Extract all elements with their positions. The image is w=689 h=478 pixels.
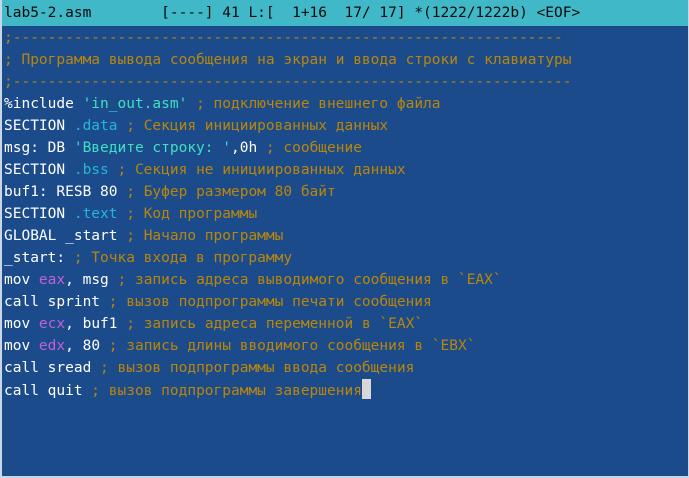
code-token-text: , 80: [65, 338, 101, 354]
code-line[interactable]: SECTION .data ; Секция инициированных да…: [4, 115, 688, 137]
code-line[interactable]: ;---------------------------------------…: [4, 27, 688, 49]
code-token-string: 'Введите строку: ': [73, 140, 231, 156]
code-line[interactable]: buf1: RESB 80 ; Буфер размером 80 байт: [4, 181, 688, 203]
editor-status-bar: lab5-2.asm [----] 41 L:[ 1+16 17/ 17] *(…: [2, 0, 688, 26]
code-line[interactable]: call sprint ; вызов подпрограммы печати …: [4, 291, 688, 313]
code-token-comment: ;---------------------------------------…: [4, 74, 572, 90]
code-token-section: .text: [73, 206, 118, 222]
code-token-text: mov: [4, 338, 39, 354]
file-name: lab5-2.asm: [4, 5, 92, 21]
code-token-text: buf1: RESB 80: [4, 184, 118, 200]
code-token-text: , msg: [65, 272, 109, 288]
code-token-text: call quit: [4, 383, 83, 399]
code-token-string: 'in_out.asm': [82, 96, 188, 112]
code-token-comment: ; Точка входа в программу: [65, 250, 293, 266]
code-token-text: %include: [4, 96, 83, 112]
code-token-text: _start:: [4, 250, 66, 266]
code-token-text: call sprint: [4, 294, 101, 310]
code-token-section: .data: [73, 118, 118, 134]
code-token-text: mov: [4, 316, 39, 332]
code-line[interactable]: call sread ; вызов подпрограммы ввода со…: [4, 357, 688, 379]
code-line[interactable]: mov edx, 80 ; запись длины вводимого соо…: [4, 335, 688, 357]
code-token-text: SECTION: [4, 118, 74, 134]
code-token-comment: ; вызов подпрограммы печати сообщения: [100, 294, 432, 310]
code-token-comment: ; запись адреса переменной в `EAX`: [117, 316, 424, 332]
code-token-section: .bss: [73, 162, 109, 178]
code-token-text: , buf1: [65, 316, 118, 332]
code-token-comment: ; Секция не инициированных данных: [108, 162, 406, 178]
code-line[interactable]: mov eax, msg ; запись адреса выводимого …: [4, 269, 688, 291]
code-line[interactable]: SECTION .bss ; Секция не инициированных …: [4, 159, 688, 181]
code-line[interactable]: mov ecx, buf1 ; запись адреса переменной…: [4, 313, 688, 335]
code-token-text: ,0h: [230, 140, 258, 156]
text-cursor: [361, 379, 371, 399]
code-line[interactable]: SECTION .text ; Код программы: [4, 203, 688, 225]
code-token-comment: ; вызов подпрограммы ввода сообщения: [91, 360, 415, 376]
code-line[interactable]: ;---------------------------------------…: [4, 71, 688, 93]
code-line[interactable]: ; Программа вывода сообщения на экран и …: [4, 49, 688, 71]
editor-status-info: [----] 41 L:[ 1+16 17/ 17] *(1222/1222b)…: [91, 5, 581, 21]
code-line[interactable]: GLOBAL _start ; Начало программы: [4, 225, 688, 247]
code-line[interactable]: call quit ; вызов подпрограммы завершени…: [4, 379, 688, 401]
code-token-comment: ; вызов подпрограммы завершения: [82, 383, 362, 399]
code-token-text: mov: [4, 272, 39, 288]
code-area[interactable]: ;---------------------------------------…: [4, 27, 688, 476]
code-token-register: edx: [38, 338, 66, 354]
code-token-register: ecx: [38, 316, 66, 332]
code-token-register: eax: [38, 272, 66, 288]
code-token-comment: ; Буфер размером 80 байт: [117, 184, 336, 200]
code-token-comment: ; Начало программы: [117, 228, 284, 244]
code-token-text: SECTION: [4, 162, 74, 178]
code-line[interactable]: %include 'in_out.asm' ; подключение внеш…: [4, 93, 688, 115]
code-token-text: GLOBAL _start: [4, 228, 118, 244]
code-token-comment: ; запись адреса выводимого сообщения в `…: [108, 272, 502, 288]
code-token-comment: ; запись длины вводимого сообщения в `EB…: [100, 338, 476, 354]
code-token-comment: ; Код программы: [117, 206, 258, 222]
code-token-comment: ;---------------------------------------…: [4, 30, 563, 46]
code-token-text: SECTION: [4, 206, 74, 222]
code-token-comment: ; сообщение: [257, 140, 362, 156]
mcedit-window: lab5-2.asm [----] 41 L:[ 1+16 17/ 17] *(…: [0, 0, 689, 478]
code-token-comment: ; подключение внешнего файла: [187, 96, 441, 112]
code-token-text: msg: DB: [4, 140, 74, 156]
code-line[interactable]: msg: DB 'Введите строку: ',0h ; сообщени…: [4, 137, 688, 159]
code-token-comment: ; Секция инициированных данных: [117, 118, 389, 134]
code-token-comment: ; Программа вывода сообщения на экран и …: [4, 52, 572, 68]
code-line[interactable]: _start: ; Точка входа в программу: [4, 247, 688, 269]
code-token-text: call sread: [4, 360, 92, 376]
